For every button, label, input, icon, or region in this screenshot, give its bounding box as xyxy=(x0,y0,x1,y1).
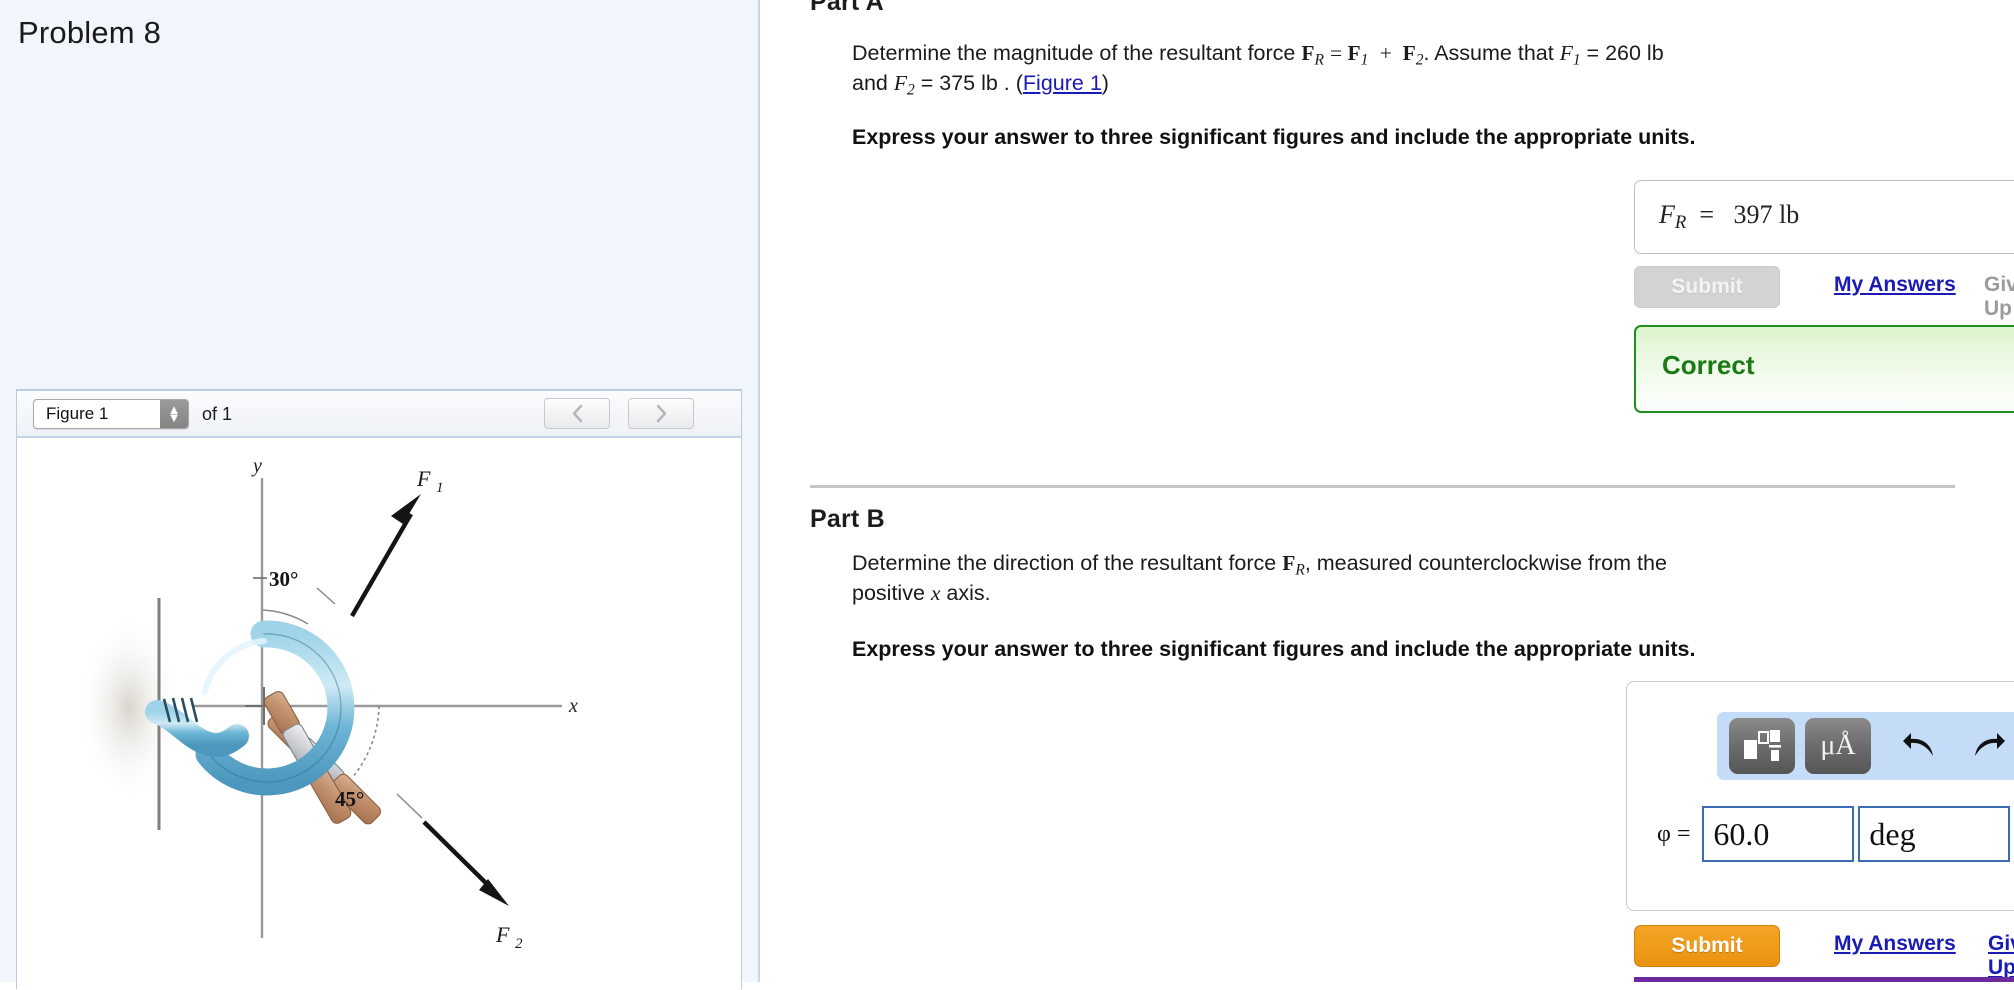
part-b-give-up-link[interactable]: Give Up xyxy=(1988,932,2014,980)
units-button-label: μÅ xyxy=(1820,730,1856,761)
part-b-units-input[interactable]: deg xyxy=(1858,806,2011,862)
figure-count-label: of 1 xyxy=(202,404,233,424)
part-a-f1-value: = 260 lb xyxy=(1586,41,1664,65)
part-a-submit-button: Submit xyxy=(1634,266,1780,308)
figure-select-label: Figure 1 xyxy=(46,404,109,423)
part-a-question-text-1: Determine the magnitude of the resultant… xyxy=(852,41,1302,65)
math-editor-toolbar: μÅ xyxy=(1717,712,2014,780)
figure-toolbar: Figure 1 ▲ ▼ of 1 xyxy=(17,391,741,438)
redo-button[interactable] xyxy=(1967,724,2011,768)
figure-image: y x F 2 F 1 30° 45° xyxy=(17,438,741,990)
angle-45-label: 45° xyxy=(335,787,364,811)
part-b-question: Determine the direction of the resultant… xyxy=(852,551,1667,606)
template-icon xyxy=(1744,730,1781,761)
part-a-heading: Part A xyxy=(810,0,884,16)
part-b-answer-input[interactable]: 60.0 xyxy=(1702,806,1855,862)
part-a-answer-value: 397 lb xyxy=(1733,200,1800,229)
part-b-my-answers-link[interactable]: My Answers xyxy=(1834,932,1956,956)
part-b-instruction: Express your answer to three significant… xyxy=(852,637,1696,661)
page-title: Problem 8 xyxy=(18,15,162,50)
part-b-question-text-1: Determine the direction of the resultant… xyxy=(852,551,1283,575)
left-problem-panel: Problem 8 Figure 1 ▲ ▼ of 1 y x F 2 F 1 … xyxy=(0,0,760,990)
units-button[interactable]: μÅ xyxy=(1805,718,1871,774)
part-b-heading: Part B xyxy=(810,505,885,533)
part-b-submit-button[interactable]: Submit xyxy=(1634,925,1780,967)
part-b-question-text-4: axis. xyxy=(940,581,991,606)
figure-1-link[interactable]: Figure 1 xyxy=(1023,71,1102,95)
part-a-answer-content: FR = 397 lb xyxy=(1659,200,1800,234)
part-b-answer-entry: μÅ φ = 60.0 deg xyxy=(1626,681,2014,911)
part-b-answer-row: φ = 60.0 deg xyxy=(1657,806,2011,862)
figure-select[interactable]: Figure 1 ▲ ▼ xyxy=(33,399,189,429)
redo-arrow-icon xyxy=(1975,733,2005,756)
figure-widget: Figure 1 ▲ ▼ of 1 y x F 2 F 1 30° 45° xyxy=(16,389,742,990)
force2-label: F 2 xyxy=(495,922,523,952)
part-b-answer-label: φ = xyxy=(1657,820,1691,847)
undo-arrow-icon xyxy=(1903,733,1933,756)
part-a-instruction: Express your answer to three significant… xyxy=(852,125,1696,149)
part-b-question-text-3: positive xyxy=(852,581,931,606)
part-a-my-answers-link[interactable]: My Answers xyxy=(1834,273,1956,297)
chevron-left-icon xyxy=(572,404,582,423)
figure-svg: y x F 2 F 1 30° 45° xyxy=(77,455,578,952)
figure-prev-button[interactable] xyxy=(544,398,610,429)
part-a-feedback-box: Correct xyxy=(1634,325,2014,413)
status-badge: Correct xyxy=(1662,350,1755,380)
problem-content-pane: Part A Determine the magnitude of the re… xyxy=(762,0,2014,982)
angle-30-label: 30° xyxy=(269,567,298,591)
figure-select-stepper[interactable]: ▲ ▼ xyxy=(160,400,188,428)
part-a-question-text-4: ) xyxy=(1101,71,1109,96)
part-a-f2-value: = 375 lb . ( xyxy=(920,71,1023,96)
force1-label: F 1 xyxy=(416,466,443,496)
part-b-question-text-2: , measured counterclockwise from the xyxy=(1304,551,1667,575)
part-a-question: Determine the magnitude of the resultant… xyxy=(852,41,1664,99)
axis-x-label: x xyxy=(568,695,578,717)
part-a-question-text-3: and xyxy=(852,71,894,96)
part-a-give-up-link: Give Up xyxy=(1984,273,2014,320)
section-divider xyxy=(810,485,1955,488)
undo-button[interactable] xyxy=(1897,724,1941,768)
template-picker-button[interactable] xyxy=(1729,718,1795,774)
axis-y-label: y xyxy=(251,455,262,477)
part-a-question-text-2: . Assume that xyxy=(1423,41,1560,65)
next-section-box-top-edge xyxy=(1634,977,2014,982)
chevron-down-icon: ▼ xyxy=(167,410,181,425)
chevron-right-icon xyxy=(656,404,666,423)
part-a-answer-display: FR = 397 lb xyxy=(1634,180,2014,254)
figure-next-button[interactable] xyxy=(628,398,694,429)
